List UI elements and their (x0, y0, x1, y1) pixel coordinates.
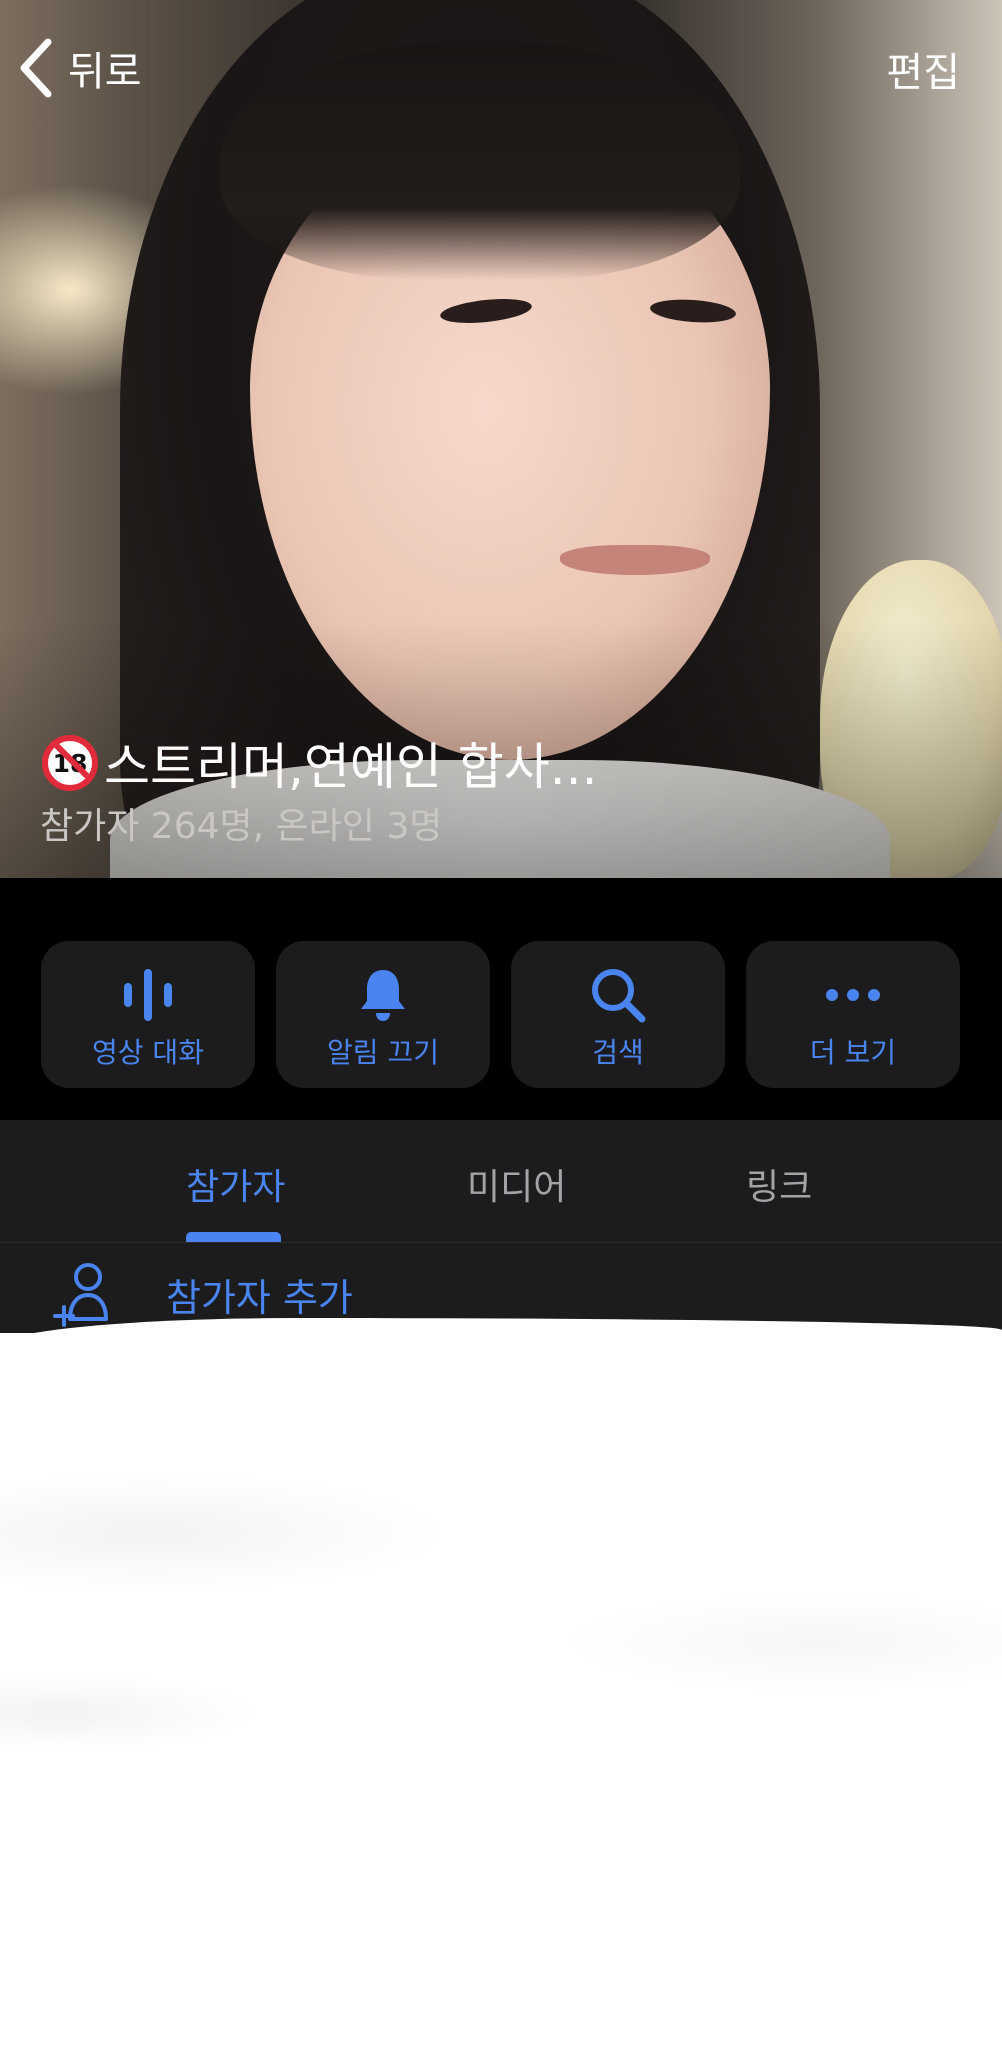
chevron-left-icon (20, 38, 52, 98)
mute-label: 알림 끄기 (327, 1036, 439, 1069)
tab-participants[interactable]: 참가자 (186, 1158, 285, 1210)
tab-bar: 참가자 미디어 링크 (0, 1120, 1002, 1242)
search-label: 검색 (592, 1036, 644, 1069)
group-title: 18 스트리머,연예인 합사... (42, 727, 597, 799)
blank-area (0, 1333, 1002, 2048)
add-participant-label: 참가자 추가 (166, 1276, 353, 1320)
bell-icon (361, 970, 405, 1021)
group-member-count: 참가자 264명, 온라인 3명 (40, 806, 443, 847)
mute-button[interactable]: 알림 끄기 (276, 941, 490, 1088)
back-button[interactable]: 뒤로 (18, 36, 142, 100)
tab-links[interactable]: 링크 (746, 1158, 812, 1210)
ellipsis-icon (826, 989, 880, 1001)
tab-media[interactable]: 미디어 (467, 1158, 566, 1210)
more-label: 더 보기 (809, 1036, 897, 1069)
active-tab-indicator (186, 1232, 281, 1242)
audio-waveform-icon (124, 969, 172, 1021)
edit-button[interactable]: 편집 (886, 40, 960, 98)
search-icon (592, 969, 646, 1023)
video-call-label: 영상 대화 (92, 1036, 204, 1069)
search-button[interactable]: 검색 (511, 941, 725, 1088)
add-person-icon (53, 1263, 108, 1327)
group-title-text: 스트리머,연예인 합사... (104, 738, 598, 796)
more-button[interactable]: 더 보기 (746, 941, 960, 1088)
back-label: 뒤로 (68, 49, 142, 95)
video-call-button[interactable]: 영상 대화 (41, 941, 255, 1088)
adults-only-icon: 18 (42, 735, 98, 791)
